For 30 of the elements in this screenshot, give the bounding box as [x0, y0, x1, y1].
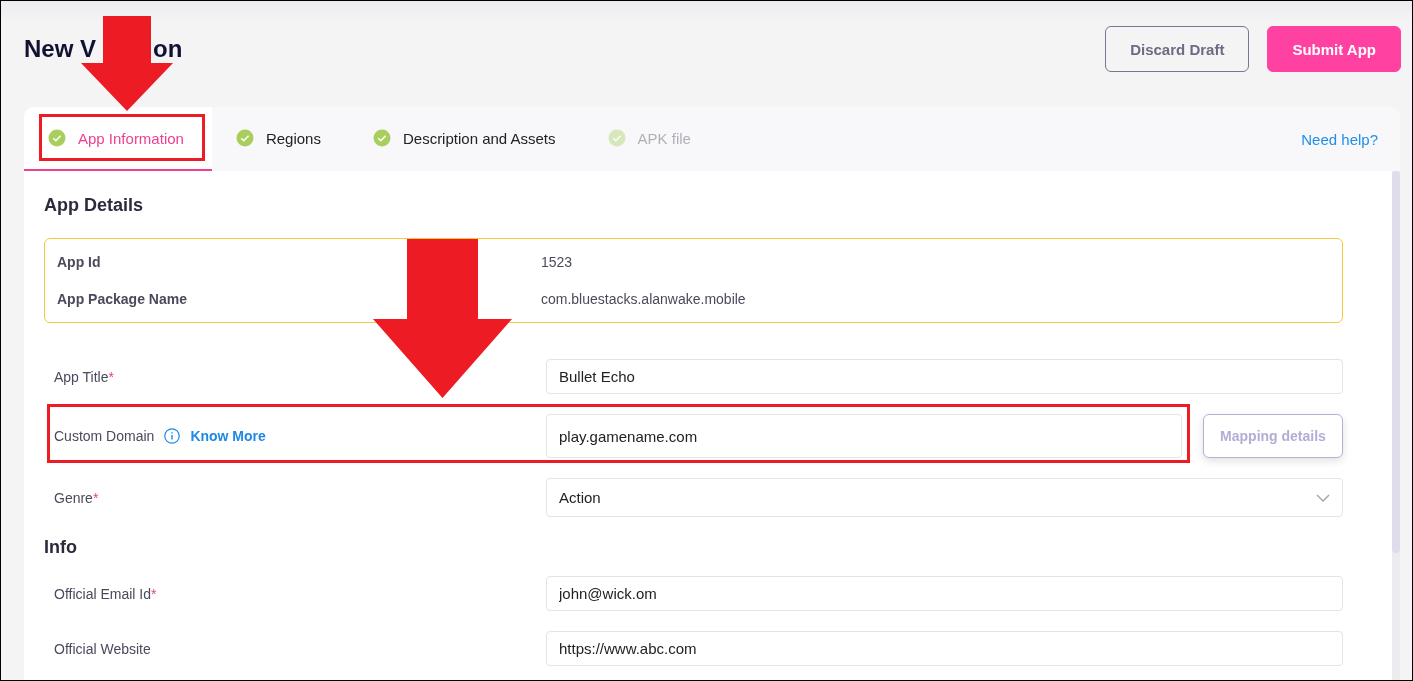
detail-value: 1523	[541, 254, 574, 270]
field-label: Custom Domain	[54, 428, 155, 444]
discard-button[interactable]: Discard Draft	[1105, 26, 1250, 72]
chevron-down-icon	[1316, 493, 1330, 502]
page-title: on	[153, 35, 183, 63]
scrollbar[interactable]	[1392, 171, 1400, 680]
check-circle-icon	[372, 129, 391, 147]
field-label: Official Website	[54, 640, 151, 657]
page-title: New V	[24, 35, 98, 63]
field-label: App Title*	[54, 368, 114, 385]
section-heading: App Details	[44, 195, 145, 216]
check-circle-icon	[48, 129, 66, 147]
input-field[interactable]: Bullet Echo	[546, 359, 1343, 394]
detail-label: App Package Name	[57, 291, 188, 307]
check-circle-icon	[607, 129, 626, 147]
detail-label: App Id	[57, 254, 102, 270]
field-label: Genre*	[54, 489, 99, 506]
info-icon[interactable]	[164, 428, 181, 444]
step-tab[interactable]: Description and Assets	[348, 107, 584, 171]
input-field[interactable]: john@wick.om	[546, 576, 1343, 611]
input-field[interactable]: https://www.abc.com	[546, 631, 1343, 666]
step-tab[interactable]: App Information	[24, 107, 212, 171]
know-more-link[interactable]: Know More	[190, 428, 266, 444]
field-label: Official Email Id*	[54, 585, 157, 602]
genre-select[interactable]: Action	[546, 478, 1343, 517]
section-heading: Info	[44, 537, 78, 558]
step-tab[interactable]: Regions	[211, 107, 349, 171]
input-field[interactable]: play.gamename.com	[546, 414, 1182, 458]
check-circle-icon	[235, 129, 254, 147]
detail-value: com.bluestacks.alanwake.mobile	[541, 291, 747, 307]
